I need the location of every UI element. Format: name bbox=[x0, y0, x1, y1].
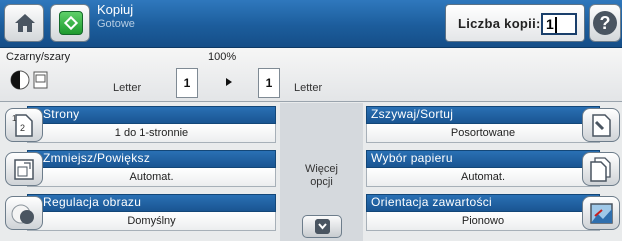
option-image-adjust[interactable]: Regulacja obrazu Domyślny bbox=[5, 194, 276, 237]
image-adjust-icon[interactable] bbox=[5, 196, 43, 230]
more-options-button[interactable] bbox=[302, 215, 342, 238]
pages-icon[interactable]: 2 1 bbox=[5, 108, 43, 142]
option-pages-value: 1 do 1-stronnie bbox=[27, 124, 276, 143]
option-staple-collate[interactable]: Zszywaj/Sortuj Posortowane bbox=[366, 106, 620, 149]
option-image-adjust-label: Regulacja obrazu bbox=[43, 195, 142, 209]
app-title: Kopiuj bbox=[97, 2, 134, 17]
option-content-orientation-value: Pionowo bbox=[366, 212, 600, 231]
image-adjust-glyph bbox=[11, 204, 34, 224]
option-reduce-enlarge-value: Automat. bbox=[27, 168, 276, 187]
option-pages[interactable]: Strony 1 do 1-stronnie 2 1 bbox=[5, 106, 276, 149]
option-reduce-enlarge-label: Zmniejsz/Powiększ bbox=[43, 151, 151, 165]
header-bar: Kopiuj Gotowe Liczba kopii: 1 ? bbox=[0, 0, 622, 48]
svg-text:1: 1 bbox=[12, 114, 17, 123]
paper-select-glyph bbox=[590, 157, 611, 182]
option-paper-select-label: Wybór papieru bbox=[371, 151, 453, 165]
reduce-enlarge-icon[interactable] bbox=[5, 152, 43, 186]
zoom-label: 100% bbox=[208, 51, 237, 63]
output-sides-box: 1 bbox=[258, 68, 280, 98]
more-options-label: Więcej opcji bbox=[280, 163, 363, 189]
more-options-line2: opcji bbox=[310, 176, 333, 188]
pages-glyph: 2 1 bbox=[12, 114, 33, 137]
svg-text:2: 2 bbox=[20, 123, 25, 133]
home-button[interactable] bbox=[4, 4, 44, 42]
reduce-enlarge-glyph bbox=[14, 159, 34, 180]
black-white-icon bbox=[10, 70, 30, 90]
option-pages-label: Strony bbox=[43, 107, 80, 121]
option-image-adjust-value: Domyślny bbox=[27, 212, 276, 231]
arrow-right-icon bbox=[226, 78, 232, 86]
output-paper-label: Letter bbox=[294, 82, 323, 94]
source-paper-label: Letter bbox=[113, 82, 142, 94]
copy-app-icon bbox=[50, 4, 90, 42]
option-staple-collate-label: Zszywaj/Sortuj bbox=[371, 107, 454, 121]
copies-value: 1 bbox=[546, 16, 554, 32]
source-sides-box: 1 bbox=[176, 68, 198, 98]
content-orientation-icon[interactable] bbox=[582, 196, 620, 230]
option-reduce-enlarge[interactable]: Zmniejsz/Powiększ Automat. bbox=[5, 150, 276, 193]
document-preview-icon bbox=[33, 71, 48, 89]
option-content-orientation-label: Orientacja zawartości bbox=[371, 195, 493, 209]
help-button[interactable]: ? bbox=[589, 4, 621, 42]
paper-select-icon[interactable] bbox=[582, 152, 620, 186]
copies-field[interactable]: Liczba kopii: 1 bbox=[445, 4, 585, 42]
job-summary-strip: Czarny/szary 100% Letter 1 1 Letter bbox=[0, 48, 622, 102]
staple-glyph bbox=[592, 114, 611, 137]
chevron-down-icon bbox=[315, 219, 330, 234]
home-icon bbox=[15, 14, 35, 32]
help-icon: ? bbox=[593, 11, 617, 35]
staple-collate-icon[interactable] bbox=[582, 108, 620, 142]
copies-input[interactable]: 1 bbox=[541, 13, 577, 35]
more-options-line1: Więcej bbox=[304, 163, 338, 175]
copy-gem-icon bbox=[59, 11, 83, 35]
option-staple-collate-value: Posortowane bbox=[366, 124, 600, 143]
option-content-orientation[interactable]: Orientacja zawartości Pionowo bbox=[366, 194, 620, 237]
orientation-glyph bbox=[590, 203, 613, 224]
copies-label: Liczba kopii: bbox=[458, 16, 541, 31]
color-mode-label: Czarny/szary bbox=[6, 51, 71, 63]
option-paper-select-value: Automat. bbox=[366, 168, 600, 187]
option-paper-select[interactable]: Wybór papieru Automat. bbox=[366, 150, 620, 193]
app-status: Gotowe bbox=[97, 18, 135, 30]
